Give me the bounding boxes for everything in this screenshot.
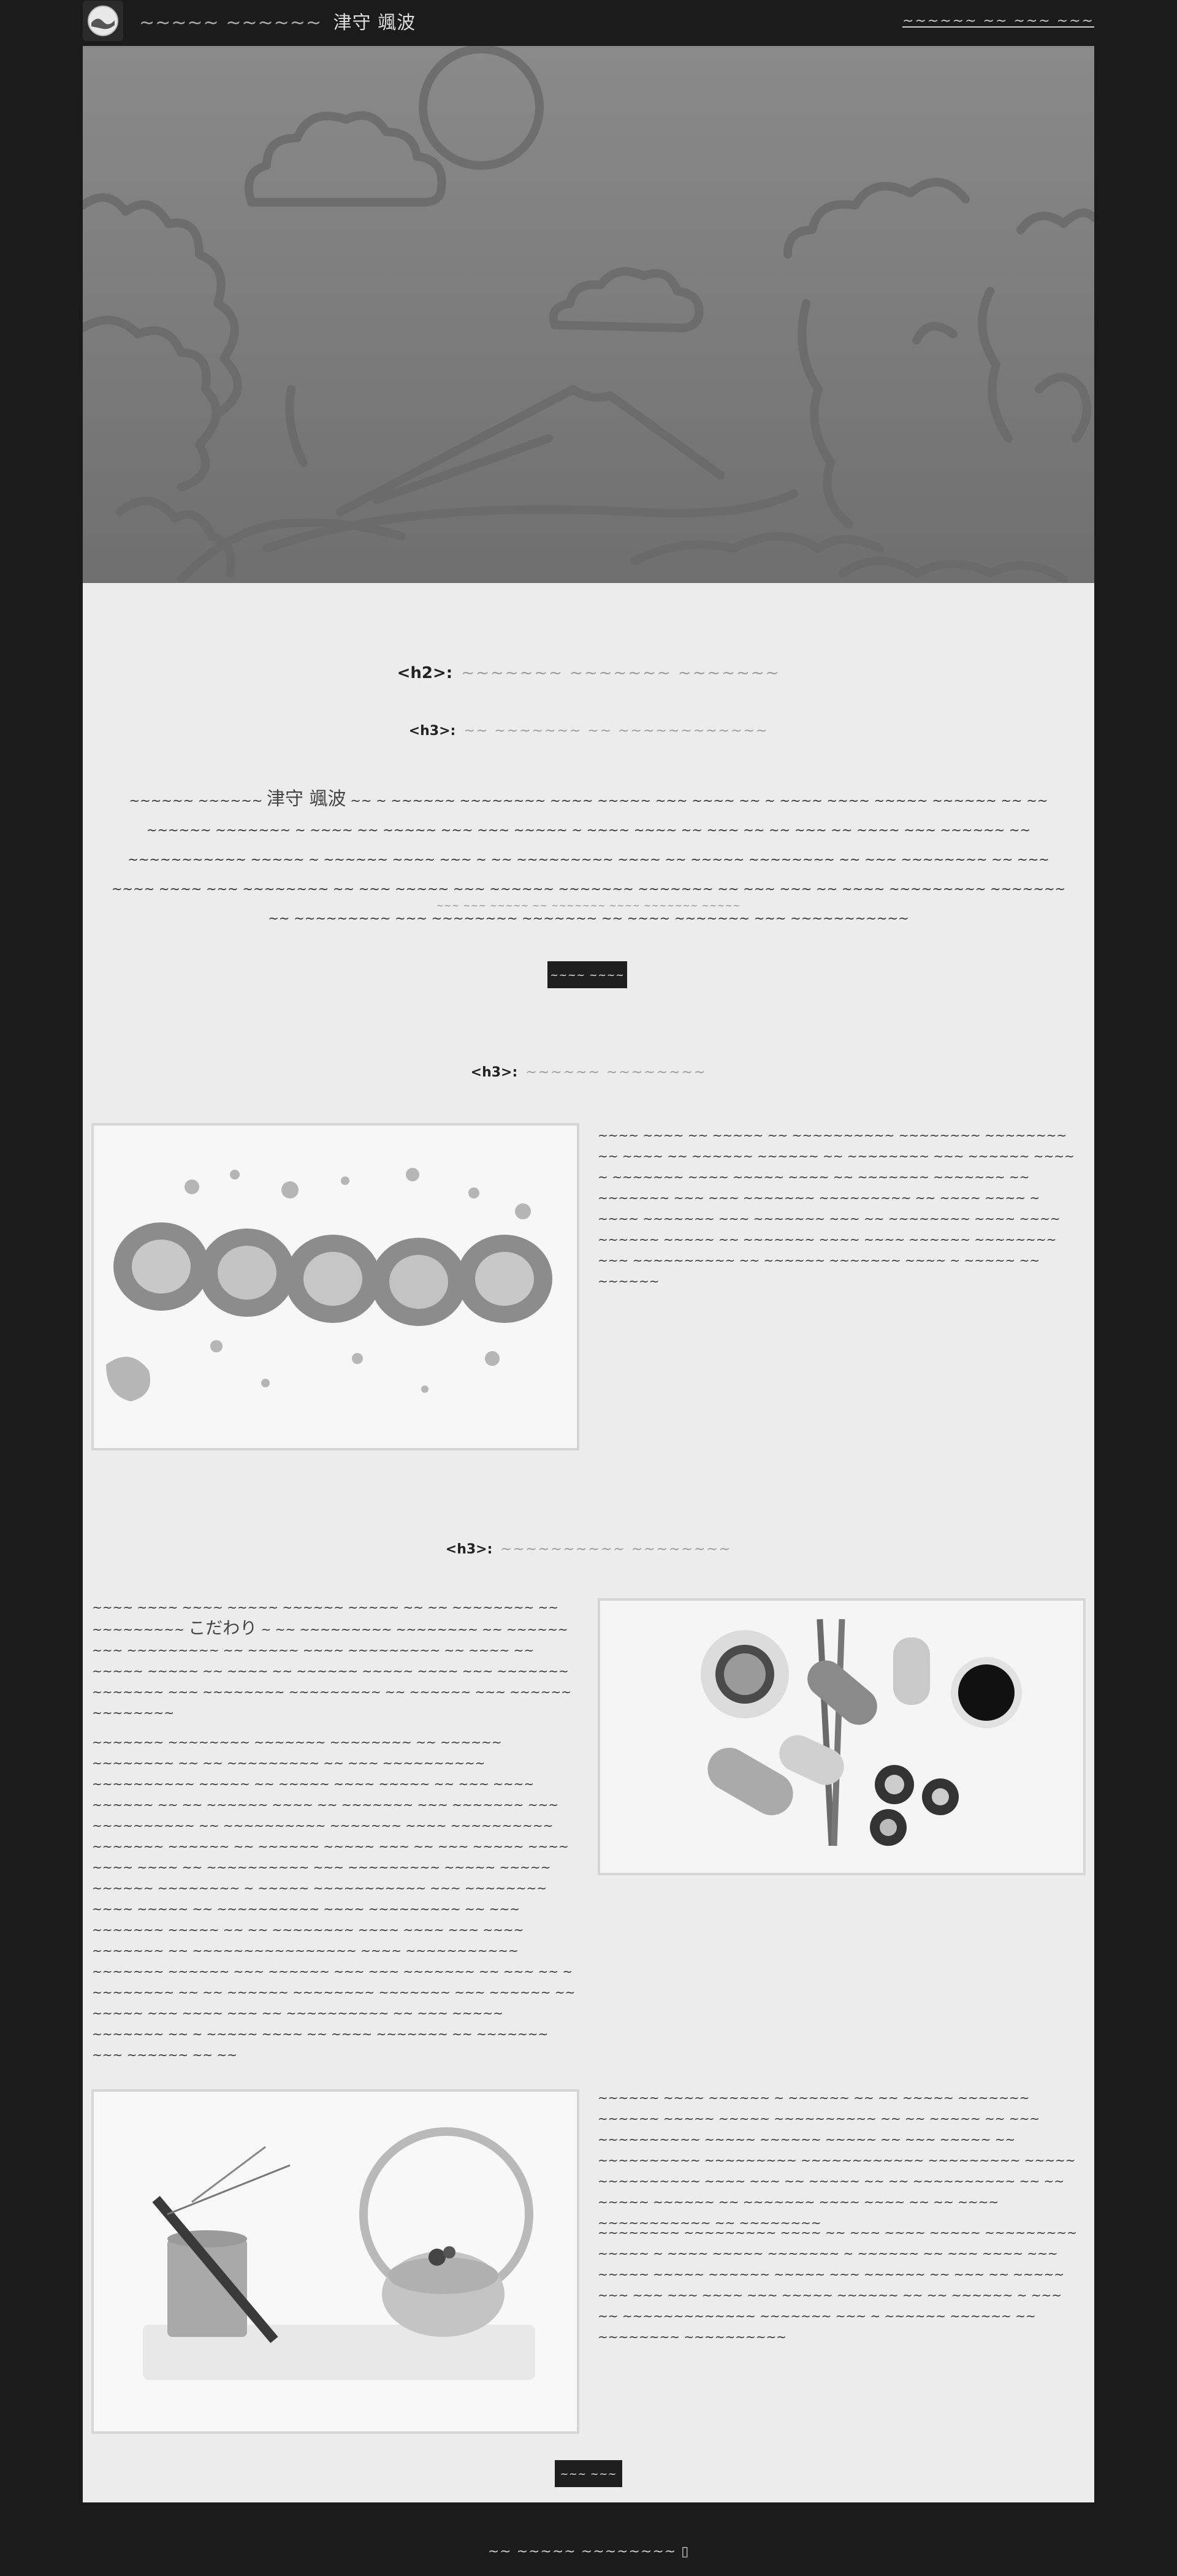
main-content: <h2>: ~~~~~~~ ~~~~~~~ ~~~~~~~ <h3>: ~~ ~… <box>83 46 1094 2502</box>
intro-more-button[interactable]: ~~~~ ~~~~ <box>547 961 627 988</box>
header-nav-link[interactable]: ~~~~~~ ~~ ~~~ ~~~ <box>902 13 1094 29</box>
site-header: ~~~~~ ~~~~~~ 津守 颯波 ~~~~~~ ~~ ~~~ ~~~ <box>83 0 1094 42</box>
h3-text: ~~~~~~~~~~ ~~~~~~~~ <box>500 1542 732 1557</box>
intro-prefix: ~~~~~~ ~~~~~~ <box>129 793 267 808</box>
section2-paragraph-2: ~~~~~~~ ~~~~~~~~ ~~~~~~~ ~~~~~~~~ ~~ ~~~… <box>92 1735 576 2062</box>
dessert-image <box>91 2089 579 2434</box>
kodawari-emphasis: こだわり <box>188 1618 257 1638</box>
intro-note: ~~~ ~~~ ~~~~~ ~~ ~~~~~~~ ~~~~ ~~~~~~~ ~~… <box>436 901 741 911</box>
section2-heading: <h3>: ~~~~~~~~~~ ~~~~~~~~ <box>83 1542 1094 1557</box>
hero-banner <box>83 46 1094 583</box>
intro-name-emphasis: 津守 颯波 <box>267 788 346 810</box>
section2-paragraph-1: ~~~~ ~~~~ ~~~~ ~~~~~ ~~~~~~ ~~~~~ ~~ ~~ … <box>92 1597 576 1723</box>
h2-tag: <h2>: <box>397 664 453 682</box>
section3-more-button[interactable]: ~~~ ~~~ <box>555 2460 622 2487</box>
h2-text: ~~~~~~~ ~~~~~~~ ~~~~~~~ <box>461 664 780 682</box>
hero-illustration <box>83 46 1094 583</box>
sushi-platter-image <box>598 1598 1086 1875</box>
brand-prefix: ~~~~~ ~~~~~~ <box>139 12 322 34</box>
brand[interactable]: ~~~~~ ~~~~~~ 津守 颯波 <box>83 1 416 41</box>
section3-paragraph-1: ~~~~~~ ~~~~ ~~~~~~ ~ ~~~~~~ ~~ ~~ ~~~~~ … <box>598 2090 1076 2230</box>
section1-heading: <h3>: ~~~~~~ ~~~~~~~~ <box>83 1065 1094 1080</box>
logo-icon[interactable] <box>83 1 123 41</box>
sushi-rolls-image <box>91 1123 579 1450</box>
brand-name: 津守 颯波 <box>333 12 416 34</box>
h3-tag: <h3>: <box>445 1542 493 1557</box>
h3-text: ~~~~~~ ~~~~~~~~ <box>525 1065 707 1080</box>
para-rest: ~ ~~ ~~~~~~~~~ ~~~~~~~~ ~~ ~~~~~~ ~~~ ~~… <box>92 1622 571 1720</box>
footer-text: ~~ ~~~~~ ~~~~~~~~ <box>487 2544 682 2559</box>
h3-tag: <h3>: <box>408 723 456 739</box>
section1-paragraph: ~~~~ ~~~~ ~~ ~~~~~ ~~ ~~~~~~~~~~ ~~~~~~~… <box>598 1128 1075 1289</box>
intro-heading: <h2>: ~~~~~~~ ~~~~~~~ ~~~~~~~ <box>83 664 1094 682</box>
section3-paragraph-2: ~~~~~~~~ ~~~~~~~~~ ~~~~ ~~ ~~~ ~~~~ ~~~~… <box>598 2225 1077 2344</box>
h3-text: ~~ ~~~~~~~ ~~ ~~~~~~~~~~~~ <box>463 723 769 739</box>
h3-tag: <h3>: <box>470 1065 518 1080</box>
intro-subheading: <h3>: ~~ ~~~~~~~ ~~ ~~~~~~~~~~~~ <box>83 723 1094 739</box>
site-footer: ~~ ~~~~~ ~~~~~~~~ ▯ <box>0 2544 1177 2559</box>
footer-icon[interactable]: ▯ <box>681 2544 689 2559</box>
brand-title[interactable]: ~~~~~ ~~~~~~ 津守 颯波 <box>139 7 416 34</box>
